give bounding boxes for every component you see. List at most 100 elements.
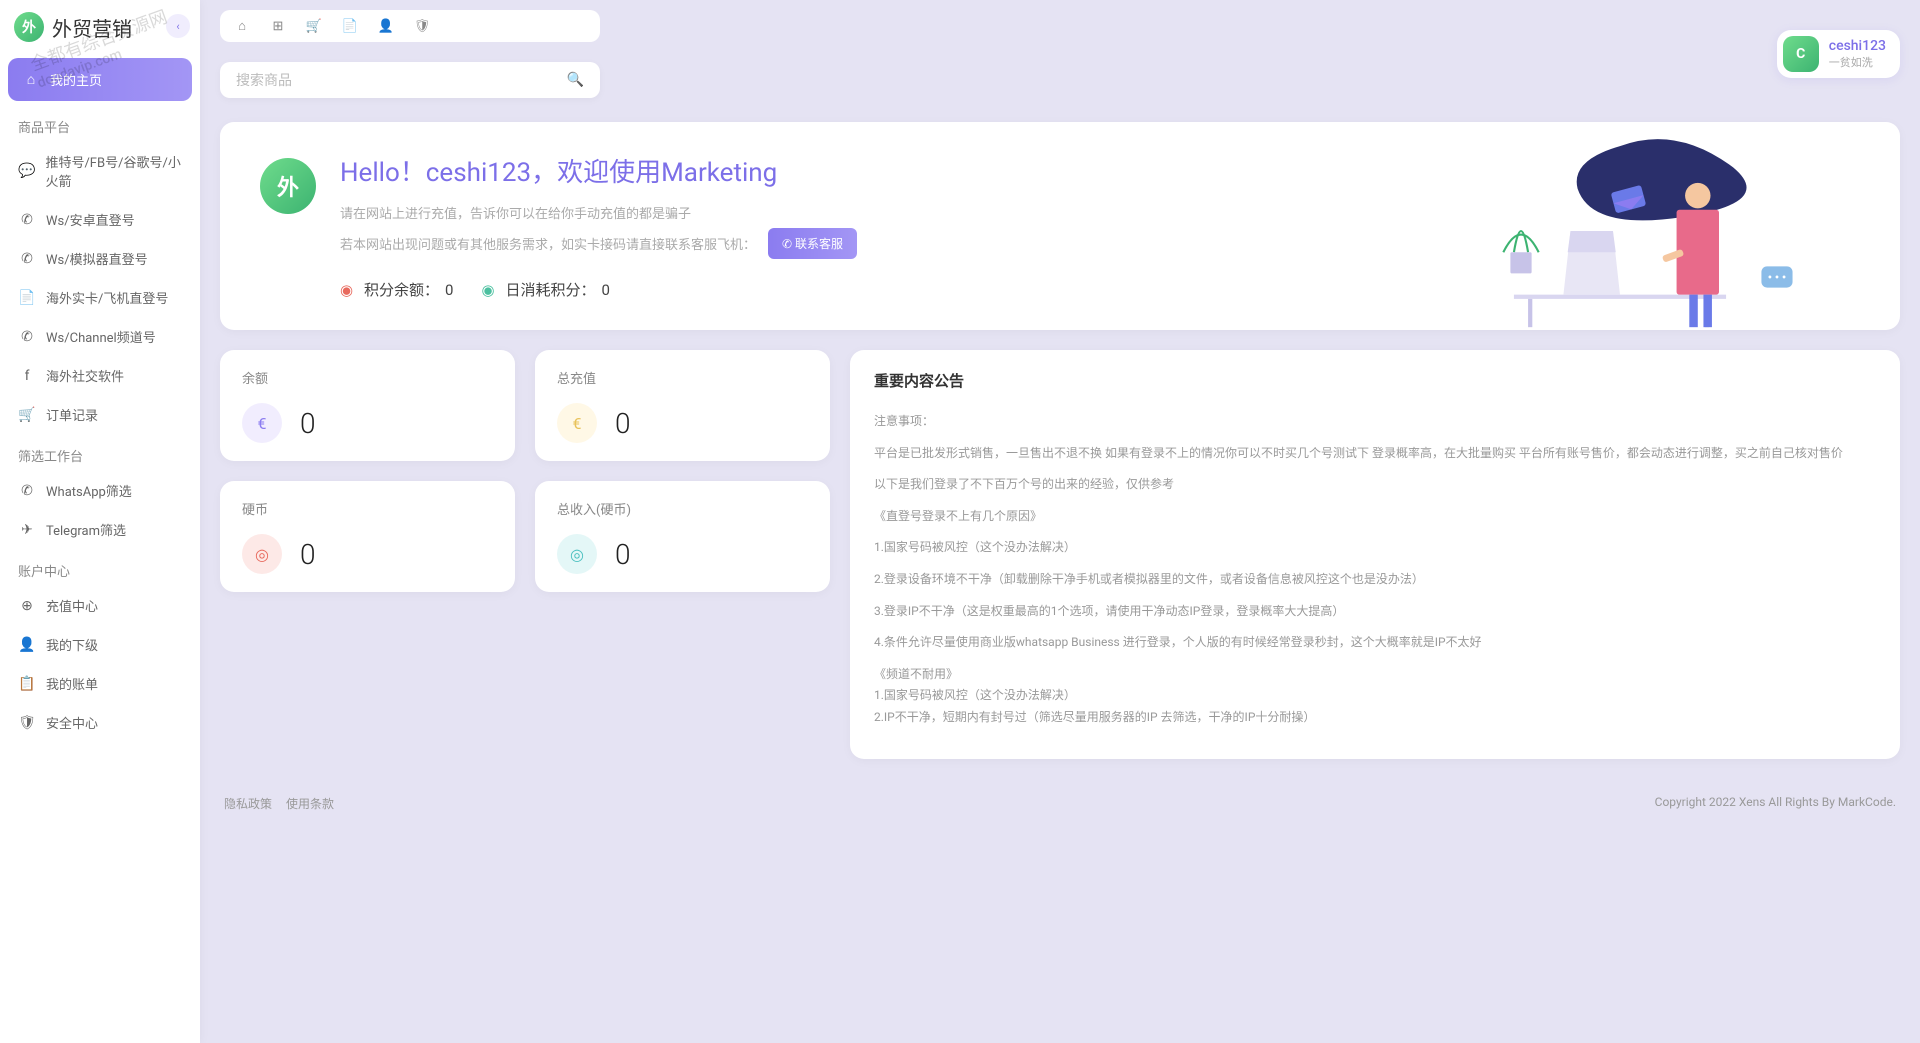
sidebar-item-social-accounts[interactable]: 💬 推特号/FB号/谷歌号/小火箭 (0, 142, 200, 200)
user-chip[interactable]: C ceshi123 一贫如洗 (1777, 30, 1900, 78)
stat-card-total-income: 总收入(硬币) ◎ 0 (535, 481, 830, 592)
sidebar-item-subordinates[interactable]: 👤我的下级 (0, 625, 200, 664)
contact-support-button[interactable]: ✆ 联系客服 (768, 228, 857, 259)
welcome-card: 外 Hello！ceshi123，欢迎使用Marketing 请在网站上进行充值… (220, 122, 1900, 330)
footer-privacy-link[interactable]: 隐私政策 (224, 795, 272, 812)
recharge-icon: ⊕ (18, 598, 36, 614)
announcement-card: 重要内容公告 注意事项： 平台是已批发形式销售，一旦售出不退不换 如果有登录不上… (850, 350, 1900, 759)
stat-card-coins: 硬币 ◎ 0 (220, 481, 515, 592)
sidebar-item-overseas-card[interactable]: 📄海外实卡/飞机直登号 (0, 278, 200, 317)
stat-value: 0 (300, 538, 316, 571)
sidebar-item-label: Ws/Channel频道号 (46, 327, 156, 346)
welcome-line2: 若本网站出现问题或有其他服务需求，如实卡接码请直接联系客服飞机： (340, 234, 756, 253)
sidebar-item-label: WhatsApp筛选 (46, 481, 132, 500)
sidebar-item-label: 我的下级 (46, 635, 98, 654)
sidebar-item-orders[interactable]: 🛒 订单记录 (0, 395, 200, 434)
target-icon: ◎ (557, 534, 597, 574)
announcement-title: 重要内容公告 (874, 370, 1876, 391)
sidebar-item-label: 充值中心 (46, 596, 98, 615)
daily-spend-value: 0 (601, 281, 609, 299)
sidebar-item-security[interactable]: 🛡安全中心 (0, 703, 200, 742)
chat-icon: 💬 (18, 163, 35, 179)
main-content: ⌂ ⊞ 🛒 📄 👤 🛡 🔍 C ceshi123 一贫如洗 外 Hello！ce… (200, 0, 1920, 1043)
sidebar-item-label: Ws/安卓直登号 (46, 210, 135, 229)
sidebar-item-bills[interactable]: 📋 我的账单 (0, 664, 200, 703)
announce-para: 1.国家号码被风控（这个没办法解决） (874, 537, 1876, 559)
announce-para: 《频道不耐用》 1.国家号码被风控（这个没办法解决） 2.IP不干净，短期内有封… (874, 664, 1876, 729)
user-avatar: C (1783, 36, 1819, 72)
sidebar-section-products: 商品平台 (0, 105, 200, 142)
facebook-icon: f (18, 368, 36, 384)
telegram-icon: ✈ (18, 522, 36, 538)
footer-copyright: Copyright 2022 Xens All Rights By MarkCo… (1655, 795, 1896, 812)
stat-label: 硬币 (242, 499, 493, 518)
sidebar-item-whatsapp-filter[interactable]: ✆ WhatsApp筛选 (0, 471, 200, 510)
search-icon[interactable]: 🔍 (567, 72, 584, 88)
coins-icon: ◉ (340, 281, 358, 299)
sidebar-item-overseas-social[interactable]: f 海外社交软件 (0, 356, 200, 395)
top-doc-icon[interactable]: 📄 (342, 18, 358, 34)
stat-value: 0 (615, 407, 631, 440)
stat-label: 总充值 (557, 368, 808, 387)
target-icon: ◎ (242, 534, 282, 574)
shield-icon: 🛡 (18, 715, 36, 731)
user-sub: 一贫如洗 (1829, 54, 1886, 70)
points-balance-value: 0 (445, 281, 453, 299)
home-icon: ⌂ (22, 71, 40, 88)
coins-icon: ◉ (481, 281, 499, 299)
announce-para: 以下是我们登录了不下百万个号的出来的经验，仅供参考 (874, 474, 1876, 496)
top-user-icon[interactable]: 👤 (378, 18, 394, 34)
stat-value: 0 (615, 538, 631, 571)
dashboard-grid: 余额 €0 总充值 €0 硬币 ◎ 0 总收入(硬币) ◎ 0 (220, 350, 1900, 759)
stat-label: 总收入(硬币) (557, 499, 808, 518)
sidebar-item-home[interactable]: ⌂ 我的主页 (8, 58, 192, 101)
daily-spend-label: 日消耗积分： (505, 279, 595, 300)
bill-icon: 📋 (18, 676, 36, 692)
points-balance-label: 积分余额： (364, 279, 439, 300)
search-box[interactable]: 🔍 (220, 62, 600, 98)
sidebar-item-recharge[interactable]: ⊕ 充值中心 (0, 586, 200, 625)
sidebar-item-ws-android[interactable]: ✆ Ws/安卓直登号 (0, 200, 200, 239)
announce-para: 平台是已批发形式销售，一旦售出不退不换 如果有登录不上的情况你可以不时买几个号测… (874, 443, 1876, 465)
cart-icon: 🛒 (18, 407, 36, 423)
top-shield-icon[interactable]: 🛡 (414, 18, 430, 34)
sidebar-item-label: 我的主页 (50, 70, 102, 89)
footer-terms-link[interactable]: 使用条款 (286, 795, 334, 812)
announce-para: 3.登录IP不干净（这是权重最高的1个选项，请使用干净动态IP登录，登录概率大大… (874, 601, 1876, 623)
sidebar-item-ws-emulator[interactable]: ✆Ws/模拟器直登号 (0, 239, 200, 278)
sidebar-item-ws-channel[interactable]: ✆ Ws/Channel频道号 (0, 317, 200, 356)
top-icon-row: ⌂ ⊞ 🛒 📄 👤 🛡 (220, 10, 600, 42)
stat-label: 余额 (242, 368, 493, 387)
sidebar-item-label: 推特号/FB号/谷歌号/小火箭 (45, 152, 182, 190)
sidebar-item-label: 海外社交软件 (46, 366, 124, 385)
announce-para: 注意事项： (874, 411, 1876, 433)
welcome-avatar: 外 (260, 158, 316, 214)
top-cart-icon[interactable]: 🛒 (306, 18, 322, 34)
top-home-icon[interactable]: ⌂ (234, 18, 250, 34)
whatsapp-icon: ✆ (18, 483, 36, 499)
sidebar: 外 外贸营销 ‹ ⌂ 我的主页 商品平台 💬推特号/FB号/谷歌号/小火箭 ✆W… (0, 0, 200, 1043)
whatsapp-icon: ✆ (18, 329, 36, 345)
brand-name: 外贸营销 (52, 13, 132, 42)
sidebar-item-label: 订单记录 (46, 405, 98, 424)
top-new-icon[interactable]: ⊞ (270, 18, 286, 34)
phone-icon: ✆ (18, 251, 36, 267)
welcome-illustration (1360, 132, 1880, 330)
search-input[interactable] (236, 72, 567, 88)
stat-card-balance: 余额 €0 (220, 350, 515, 461)
announce-para: 《直登号登录不上有几个原因》 (874, 506, 1876, 528)
sidebar-collapse-button[interactable]: ‹ (166, 14, 190, 38)
sidebar-item-label: 我的账单 (46, 674, 98, 693)
whatsapp-icon: ✆ (18, 212, 36, 228)
euro-icon: € (557, 403, 597, 443)
stat-card-total-recharge: 总充值 €0 (535, 350, 830, 461)
user-name: ceshi123 (1829, 38, 1886, 54)
sidebar-header: 外 外贸营销 ‹ (0, 0, 200, 54)
stat-value: 0 (300, 407, 316, 440)
sidebar-item-telegram-filter[interactable]: ✈ Telegram筛选 (0, 510, 200, 549)
euro-icon: € (242, 403, 282, 443)
sidebar-section-account: 账户中心 (0, 549, 200, 586)
announce-para: 4.条件允许尽量使用商业版whatsapp Business 进行登录，个人版的… (874, 632, 1876, 654)
brand-logo: 外 (14, 12, 44, 42)
sidebar-item-label: Telegram筛选 (46, 520, 126, 539)
